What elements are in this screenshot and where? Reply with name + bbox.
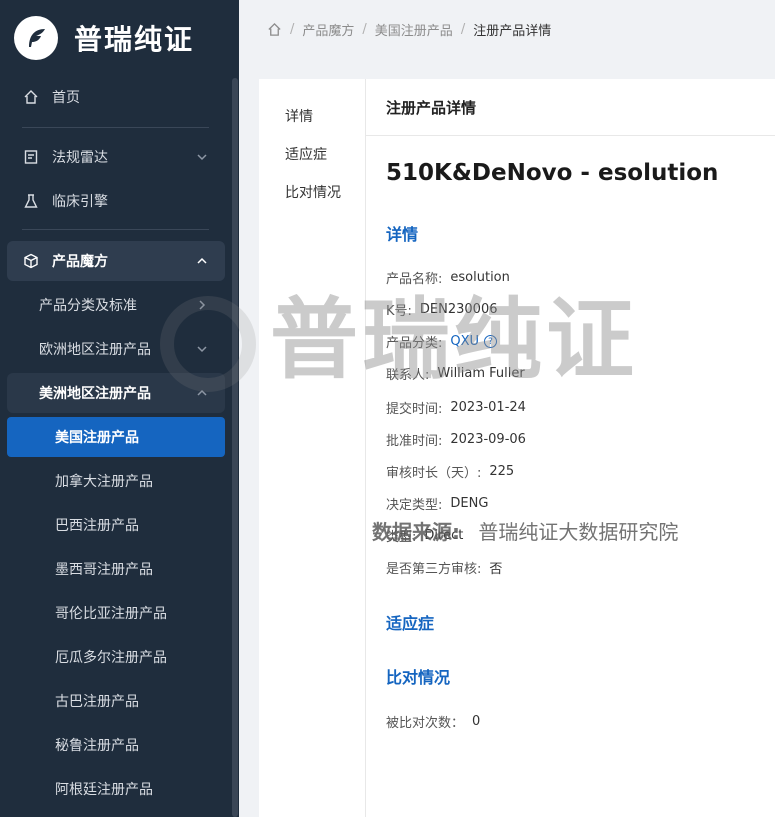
sidebar-item-product-cube[interactable]: 产品魔方 bbox=[22, 250, 222, 272]
watermark-source-label: 数据来源: bbox=[372, 520, 460, 544]
brand-logo[interactable]: 普瑞纯证 bbox=[14, 14, 194, 62]
sidebar-item-argentina-products[interactable]: 阿根廷注册产品 bbox=[55, 778, 215, 800]
sidebar-item-label: 产品分类及标准 bbox=[39, 298, 137, 314]
field-label: 是否第三方审核: bbox=[386, 562, 482, 577]
sidebar-item-label: 巴西注册产品 bbox=[55, 518, 139, 534]
radar-doc-icon bbox=[22, 148, 40, 166]
field-label: 被比对次数： bbox=[386, 716, 465, 731]
breadcrumb-separator: / bbox=[290, 21, 295, 37]
sidebar-item-label: 古巴注册产品 bbox=[55, 694, 139, 710]
field-product-name: 产品名称: esolution bbox=[386, 268, 510, 287]
sidebar-item-label: 法规雷达 bbox=[52, 150, 108, 166]
brand-name: 普瑞纯证 bbox=[74, 23, 195, 56]
field-third-party: 是否第三方审核: 否 bbox=[386, 558, 502, 577]
sidebar-item-label: 墨西哥注册产品 bbox=[55, 562, 153, 578]
breadcrumb-separator: / bbox=[362, 21, 367, 37]
field-value: 0 bbox=[472, 714, 481, 729]
sidebar-item-label: 产品魔方 bbox=[52, 254, 108, 270]
cube-icon bbox=[22, 252, 40, 270]
home-icon bbox=[22, 88, 40, 106]
tab-comparison[interactable]: 比对情况 bbox=[285, 182, 341, 202]
logo-mark-icon bbox=[14, 16, 58, 60]
field-submit-date: 提交时间: 2023-01-24 bbox=[386, 398, 526, 417]
tab-details[interactable]: 详情 bbox=[285, 106, 313, 126]
sidebar-item-clinical-engine[interactable]: 临床引擎 bbox=[22, 190, 222, 212]
field-label: 决定类型: bbox=[386, 498, 443, 513]
sidebar-item-mexico-products[interactable]: 墨西哥注册产品 bbox=[55, 558, 215, 580]
sidebar-item-label: 厄瓜多尔注册产品 bbox=[55, 650, 167, 666]
sidebar-item-label: 阿根廷注册产品 bbox=[55, 782, 153, 798]
sidebar-scrollbar[interactable] bbox=[232, 78, 238, 817]
flask-icon bbox=[22, 192, 40, 210]
breadcrumb-separator: / bbox=[460, 21, 466, 37]
sidebar-item-canada-products[interactable]: 加拿大注册产品 bbox=[55, 470, 215, 492]
sidebar-item-label: 临床引擎 bbox=[52, 194, 108, 210]
sidebar-divider bbox=[22, 127, 209, 128]
field-label: 审核时长（天）: bbox=[386, 466, 482, 481]
section-title-comparison: 比对情况 bbox=[386, 668, 451, 687]
sidebar: 普瑞纯证 首页 法规雷达 临床引擎 产品魔方 产品分类及标准 欧洲地区注册产品 bbox=[0, 0, 239, 817]
sidebar-item-label: 首页 bbox=[52, 90, 80, 106]
field-value: DENG bbox=[450, 496, 489, 511]
field-value: 否 bbox=[489, 562, 503, 577]
field-label: 批准时间: bbox=[386, 434, 443, 449]
breadcrumb-current: 注册产品详情 bbox=[473, 23, 552, 39]
field-compare-count: 被比对次数： 0 bbox=[386, 712, 480, 731]
product-title: 510K&DeNovo - esolution bbox=[386, 160, 719, 186]
section-title-indication: 适应症 bbox=[386, 614, 435, 633]
breadcrumb: / 产品魔方 / 美国注册产品 / 注册产品详情 bbox=[239, 0, 775, 58]
field-value: 2023-09-06 bbox=[450, 432, 526, 447]
home-icon[interactable] bbox=[267, 22, 282, 37]
watermark-source-value: 普瑞纯证大数据研究院 bbox=[478, 520, 679, 544]
breadcrumb-item[interactable]: 美国注册产品 bbox=[375, 20, 453, 39]
sidebar-item-label: 美国注册产品 bbox=[55, 430, 139, 446]
field-review-days: 审核时长（天）: 225 bbox=[386, 462, 514, 481]
sidebar-item-label: 加拿大注册产品 bbox=[55, 474, 153, 490]
chevron-up-icon bbox=[197, 257, 207, 264]
sidebar-item-ecuador-products[interactable]: 厄瓜多尔注册产品 bbox=[55, 646, 215, 668]
sidebar-divider bbox=[22, 229, 209, 230]
field-value: esolution bbox=[450, 270, 510, 285]
sidebar-item-colombia-products[interactable]: 哥伦比亚注册产品 bbox=[55, 602, 215, 624]
sidebar-item-peru-products[interactable]: 秘鲁注册产品 bbox=[55, 734, 215, 756]
tab-indication[interactable]: 适应症 bbox=[285, 144, 327, 164]
watermark-brand: 普瑞纯证 bbox=[270, 288, 639, 391]
field-label: 产品名称: bbox=[386, 272, 443, 287]
watermark-source: 数据来源: 普瑞纯证大数据研究院 bbox=[372, 516, 678, 545]
sidebar-item-label: 美洲地区注册产品 bbox=[39, 386, 151, 402]
field-decision-type: 决定类型: DENG bbox=[386, 494, 488, 513]
field-label: 提交时间: bbox=[386, 402, 443, 417]
sidebar-item-label: 欧洲地区注册产品 bbox=[39, 342, 151, 358]
card-header: 注册产品详情 bbox=[366, 79, 775, 136]
breadcrumb-item[interactable]: 产品魔方 bbox=[302, 20, 354, 39]
section-title-details: 详情 bbox=[386, 225, 419, 244]
sidebar-item-brazil-products[interactable]: 巴西注册产品 bbox=[55, 514, 215, 536]
chevron-down-icon bbox=[197, 154, 207, 161]
field-value: 225 bbox=[489, 464, 515, 479]
sidebar-item-label: 秘鲁注册产品 bbox=[55, 738, 139, 754]
anchor-tabs: 详情 适应症 比对情况 bbox=[259, 79, 366, 817]
detail-card: 详情 适应症 比对情况 注册产品详情 510K&DeNovo - esoluti… bbox=[259, 79, 775, 817]
field-approval-date: 批准时间: 2023-09-06 bbox=[386, 430, 526, 449]
sidebar-item-regulation-radar[interactable]: 法规雷达 bbox=[22, 146, 222, 168]
sidebar-item-us-products[interactable]: 美国注册产品 bbox=[55, 426, 215, 448]
sidebar-item-cuba-products[interactable]: 古巴注册产品 bbox=[55, 690, 215, 712]
sidebar-item-label: 哥伦比亚注册产品 bbox=[55, 606, 167, 622]
watermark-logo-icon bbox=[160, 296, 256, 392]
sidebar-item-home[interactable]: 首页 bbox=[22, 86, 222, 108]
field-value: 2023-01-24 bbox=[450, 400, 526, 415]
